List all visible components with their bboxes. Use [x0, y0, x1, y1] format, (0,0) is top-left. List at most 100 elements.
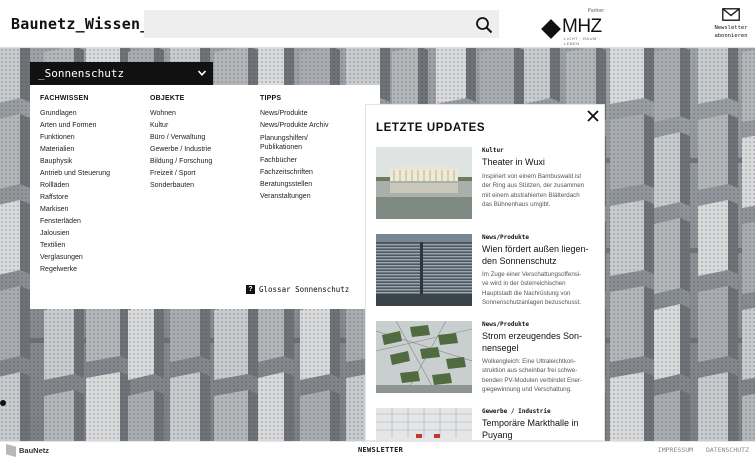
menu-item[interactable]: News/Produkte — [260, 108, 328, 120]
menu-item[interactable]: Planungshilfen/ — [260, 134, 328, 143]
update-card-image — [376, 234, 472, 306]
menu-item[interactable]: Fachbücher — [260, 155, 328, 167]
partner-label: Partner — [587, 8, 604, 14]
newsletter-subscribe-button[interactable]: Newsletter abonnieren — [708, 8, 754, 40]
update-card-description: Wolkengleich: Eine Ultraleichtkon- struk… — [482, 358, 583, 393]
partner-logo[interactable]: Partner MHZ LICHT · RAUM · LEBEN — [541, 8, 606, 46]
scroll-indicator[interactable] — [0, 400, 6, 406]
shutter-slat — [376, 271, 472, 273]
topic-dropdown-label: _Sonnenschutz — [38, 67, 125, 80]
menu-item[interactable]: Verglasungen — [40, 252, 110, 264]
diamond-icon — [541, 19, 561, 39]
update-card-title: Strom erzeugendes Son- nensegel — [482, 331, 583, 353]
menu-item[interactable]: Raffstore — [40, 192, 110, 204]
impressum-link[interactable]: IMPRESSUM — [658, 446, 693, 454]
menu-item[interactable]: Fachzeitschriften — [260, 167, 328, 179]
shutter-slat — [376, 262, 472, 264]
menu-item[interactable]: Antrieb und Steuerung — [40, 168, 110, 180]
menu-item[interactable]: Materialien — [40, 144, 110, 156]
shutter-slat — [376, 274, 472, 276]
newsletter-label-2: abonnieren — [714, 33, 748, 39]
menu-item[interactable]: Rollläden — [40, 180, 110, 192]
shutter-slat — [376, 268, 472, 270]
menu-item[interactable]: Arten und Formen — [40, 120, 110, 132]
update-card-category: News/Produkte — [482, 234, 529, 241]
theater-image — [376, 147, 472, 219]
menu-item[interactable]: Regelwerke — [40, 264, 110, 276]
shutter-slat — [376, 265, 472, 267]
update-card-image — [376, 147, 472, 219]
update-card-description: Im Zuge einer Verschattungsoffensi- ve w… — [482, 271, 582, 306]
footer-newsletter-link[interactable]: NEWSLETTER — [358, 446, 403, 454]
search-icon[interactable] — [475, 16, 493, 34]
menu-column-fachwissen: FACHWISSEN Grundlagen Arten und Formen F… — [40, 95, 110, 276]
menu-item[interactable]: Wohnen — [150, 108, 212, 120]
menu-item[interactable]: News/Produkte Archiv — [260, 120, 328, 132]
close-icon[interactable] — [586, 109, 600, 123]
search-input[interactable] — [144, 10, 464, 38]
menu-column-tipps: TIPPS News/Produkte News/Produkte Archiv… — [260, 95, 328, 203]
shutter-slat — [376, 277, 472, 279]
update-card-category: Kultur — [482, 147, 504, 154]
page: Baunetz_Wissen_ Partner MHZ LICHT · RAUM… — [0, 0, 755, 458]
shutter-slat — [376, 283, 472, 285]
market-hall-image — [376, 408, 472, 440]
update-card-category: News/Produkte — [482, 321, 529, 328]
menu-item[interactable]: Funktionen — [40, 132, 110, 144]
chevron-down-icon — [197, 70, 207, 76]
menu-item[interactable]: Freizeit / Sport — [150, 168, 212, 180]
menu-item[interactable]: Kultur — [150, 120, 212, 132]
question-icon: ? — [246, 285, 255, 294]
update-card[interactable]: News/Produkte Strom erzeugendes Son- nen… — [376, 321, 601, 395]
menu-item[interactable]: Markisen — [40, 204, 110, 216]
shutter-slat — [376, 292, 472, 294]
update-card[interactable]: News/Produkte Wien fördert außen liegen-… — [376, 234, 601, 308]
search-bar — [144, 10, 499, 38]
menu-item[interactable]: Textilien — [40, 240, 110, 252]
latest-updates-panel: LETZTE UPDATES Kultur Theater in Wuxi In… — [365, 104, 605, 441]
footer-links: IMPRESSUM DATENSCHUTZ — [649, 446, 749, 454]
shutter-slat — [376, 280, 472, 282]
menu-column-heading: OBJEKTE — [150, 95, 185, 102]
baunetz-mark-icon — [6, 444, 16, 457]
menu-column-heading: TIPPS — [260, 95, 282, 102]
shutter-slat — [376, 286, 472, 288]
topic-menu-panel: FACHWISSEN Grundlagen Arten und Formen F… — [30, 85, 380, 309]
menu-item[interactable]: Publikationen — [260, 143, 328, 152]
glossar-label: Glossar Sonnenschutz — [259, 285, 350, 294]
menu-item[interactable]: Grundlagen — [40, 108, 110, 120]
menu-item[interactable]: Gewerbe / Industrie — [150, 144, 212, 156]
partner-name: MHZ — [562, 16, 602, 37]
menu-column-objekte: OBJEKTE Wohnen Kultur Büro / Verwaltung … — [150, 95, 212, 192]
menu-column-heading: FACHWISSEN — [40, 95, 89, 102]
shutter-slat — [376, 256, 472, 258]
baunetz-brand: BauNetz — [19, 446, 50, 455]
update-card-title: Theater in Wuxi — [482, 157, 545, 167]
update-card-image — [376, 408, 472, 440]
updates-title: LETZTE UPDATES — [376, 122, 486, 134]
solar-sail-image — [376, 321, 472, 393]
menu-item[interactable]: Veranstaltungen — [260, 191, 328, 203]
update-card-category: Gewerbe / Industrie — [482, 408, 551, 415]
header: Baunetz_Wissen_ Partner MHZ LICHT · RAUM… — [0, 0, 755, 48]
update-card-title: Temporäre Markthalle in Puyang — [482, 418, 579, 440]
shutter-slat — [376, 244, 472, 246]
menu-item[interactable]: Beratungsstellen — [260, 179, 328, 191]
topic-dropdown[interactable]: _Sonnenschutz — [30, 62, 213, 85]
shutter-slat — [376, 253, 472, 255]
update-card[interactable]: Gewerbe / Industrie Temporäre Markthalle… — [376, 408, 601, 440]
datenschutz-link[interactable]: DATENSCHUTZ — [706, 446, 749, 454]
menu-item[interactable]: Büro / Verwaltung — [150, 132, 212, 144]
update-card-image — [376, 321, 472, 393]
site-logo[interactable]: Baunetz_Wissen_ — [11, 15, 149, 33]
menu-item[interactable]: Fensterläden — [40, 216, 110, 228]
shutter-slat — [376, 250, 472, 252]
footer: BauNetz NEWSLETTER IMPRESSUM DATENSCHUTZ — [0, 441, 755, 458]
menu-item[interactable]: Bildung / Forschung — [150, 156, 212, 168]
shutter-slat — [376, 247, 472, 249]
menu-item[interactable]: Sonderbauten — [150, 180, 212, 192]
menu-item[interactable]: Jalousien — [40, 228, 110, 240]
menu-item[interactable]: Bauphysik — [40, 156, 110, 168]
update-card-title: Wien fördert außen liegen- den Sonnensch… — [482, 244, 589, 266]
update-card[interactable]: Kultur Theater in Wuxi Inspiriert von ei… — [376, 147, 601, 221]
